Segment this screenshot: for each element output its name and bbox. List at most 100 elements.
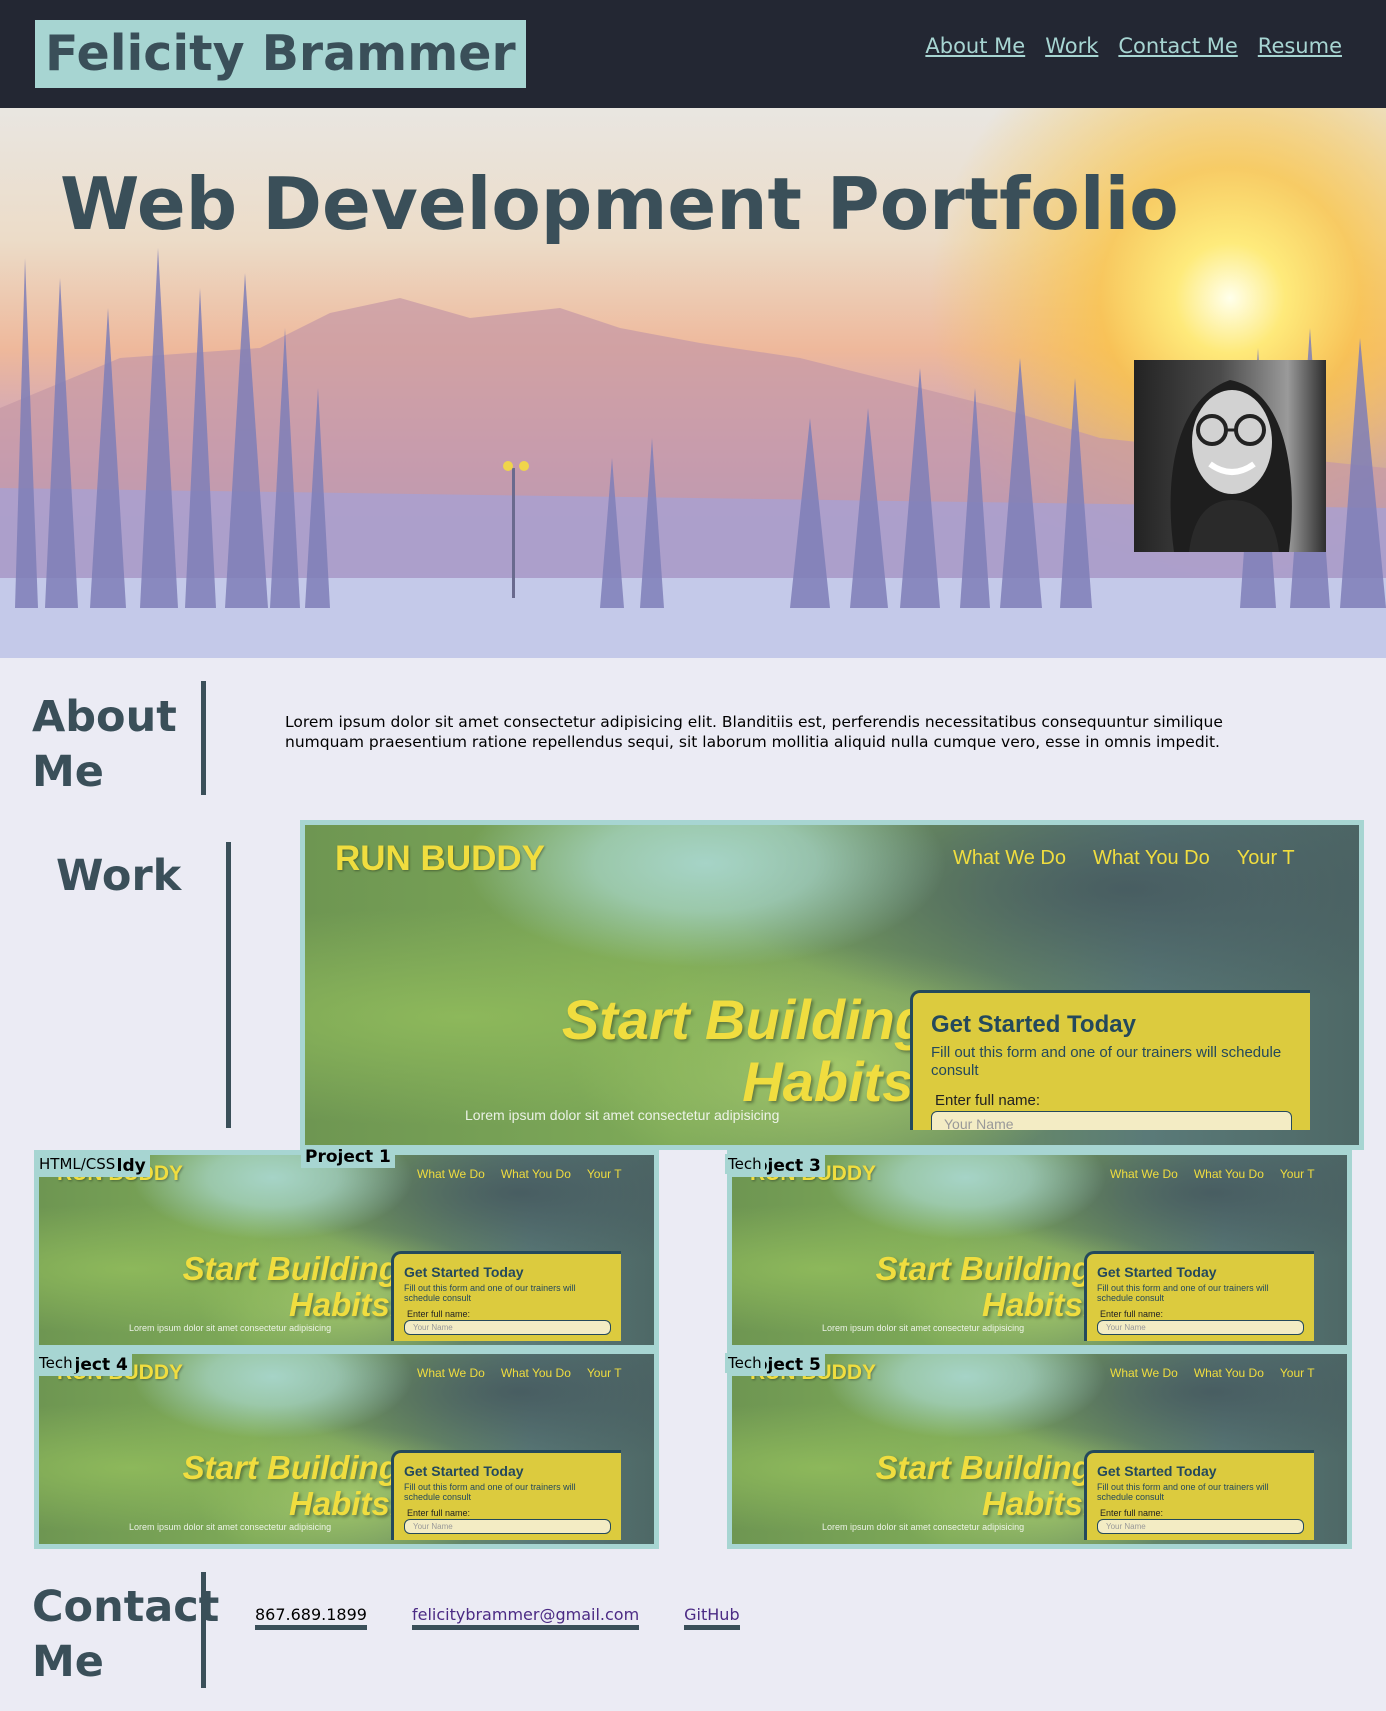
about-heading: About Me [32, 692, 177, 797]
tech-badge: HTML/CSS [36, 1154, 119, 1174]
form-description: Fill out this form and one of our traine… [1097, 1283, 1269, 1303]
runbuddy-lorem: Lorem ipsum dolor sit amet consectetur a… [822, 1522, 1025, 1532]
main-nav: About Me Work Contact Me Resume [925, 34, 1342, 58]
runbuddy-headline: Start Building Habits. [182, 1250, 399, 1324]
form-description: Fill out this form and one of our traine… [404, 1482, 576, 1502]
runbuddy-nav-item: What You Do [1193, 1167, 1264, 1181]
site-header: Felicity Brammer About Me Work Contact M… [0, 0, 1386, 108]
runbuddy-form-panel: Get Started Today Fill out this form and… [1084, 1450, 1314, 1540]
runbuddy-headline: Start Building Habits. [562, 989, 929, 1112]
runbuddy-form-panel: Get Started Today Fill out this form and… [391, 1450, 621, 1540]
runbuddy-nav: What We Do What You Do Your T [1110, 1366, 1315, 1380]
runbuddy-nav-item: What We Do [417, 1366, 485, 1380]
profile-photo-image [1170, 380, 1292, 552]
form-input: Your Name [404, 1519, 611, 1534]
runbuddy-lorem: Lorem ipsum dolor sit amet consectetur a… [465, 1107, 780, 1123]
nav-link-contact-me[interactable]: Contact Me [1118, 34, 1237, 58]
headline-line: Start Building [182, 1449, 399, 1486]
contact-links: 867.689.1899 felicitybrammer@gmail.com G… [255, 1605, 740, 1630]
headline-line: Habits. [742, 1049, 929, 1113]
form-label: Enter full name: [1100, 1508, 1164, 1518]
runbuddy-logo: RUN BUDDY [335, 839, 545, 878]
runbuddy-nav-item: Your T [1279, 1167, 1315, 1181]
project-card-featured[interactable]: RUN BUDDY What We Do What You Do Your T … [300, 820, 1364, 1150]
form-input: Your Name [404, 1320, 611, 1335]
runbuddy-lorem: Lorem ipsum dolor sit amet consectetur a… [129, 1323, 332, 1333]
project-title: Project 1 [301, 1146, 395, 1168]
work-divider [226, 842, 231, 1128]
project-screenshot: RUN BUDDY What We Do What You Do Your T … [732, 1354, 1347, 1544]
runbuddy-nav: What We Do What You Do Your T [417, 1366, 622, 1380]
runbuddy-nav-item: Your T [1279, 1366, 1315, 1380]
hero-title: Web Development Portfolio [60, 162, 1179, 246]
headline-line: Start Building [182, 1250, 399, 1287]
runbuddy-form-panel: Get Started Today Fill out this form and… [910, 990, 1310, 1130]
form-label: Enter full name: [407, 1508, 471, 1518]
tech-badge: Tech [725, 1154, 765, 1174]
form-title: Get Started Today [404, 1264, 524, 1280]
nav-link-work[interactable]: Work [1045, 34, 1098, 58]
form-description: Fill out this form and one of our traine… [404, 1283, 576, 1303]
form-title: Get Started Today [1097, 1463, 1217, 1479]
project-card[interactable]: RUN BUDDY What We Do What You Do Your T … [727, 1349, 1352, 1549]
contact-heading: Contact Me [32, 1582, 220, 1687]
runbuddy-headline: Start Building Habits. [875, 1250, 1092, 1324]
phone-link[interactable]: 867.689.1899 [255, 1605, 367, 1630]
form-title: Get Started Today [931, 1011, 1136, 1038]
about-text: Lorem ipsum dolor sit amet consectetur a… [285, 713, 1223, 751]
form-input: Your Name [1097, 1320, 1304, 1335]
runbuddy-lorem: Lorem ipsum dolor sit amet consectetur a… [822, 1323, 1025, 1333]
github-link[interactable]: GitHub [684, 1605, 740, 1630]
headline-line: Start Building [875, 1449, 1092, 1486]
form-label: Enter full name: [1100, 1309, 1164, 1319]
hero-banner: Web Development Portfolio [0, 108, 1386, 658]
headline-line: Habits. [288, 1485, 399, 1523]
runbuddy-nav-item: What You Do [1193, 1366, 1264, 1380]
headline-line: Start Building [875, 1250, 1092, 1287]
runbuddy-nav-item: What You Do [1093, 847, 1210, 869]
runbuddy-nav-item: What We Do [1110, 1167, 1178, 1181]
runbuddy-nav-item: Your T [1236, 847, 1295, 869]
nav-link-resume[interactable]: Resume [1258, 34, 1342, 58]
runbuddy-nav-item: What You Do [500, 1167, 571, 1181]
form-input: Your Name [931, 1111, 1292, 1130]
form-description: Fill out this form and one of our traine… [931, 1044, 1282, 1079]
runbuddy-nav-item: Your T [586, 1366, 622, 1380]
form-title: Get Started Today [1097, 1264, 1217, 1280]
runbuddy-nav-item: What We Do [417, 1167, 485, 1181]
runbuddy-form-panel: Get Started Today Fill out this form and… [1084, 1251, 1314, 1341]
form-description: Fill out this form and one of our traine… [1097, 1482, 1269, 1502]
form-label: Enter full name: [407, 1309, 471, 1319]
runbuddy-nav-item: Your T [586, 1167, 622, 1181]
project-screenshot: RUN BUDDY What We Do What You Do Your T … [305, 825, 1359, 1145]
runbuddy-nav-item: What We Do [953, 847, 1066, 869]
runbuddy-headline: Start Building Habits. [182, 1449, 399, 1523]
runbuddy-nav: What We Do What You Do Your T [953, 847, 1295, 870]
contact-divider [201, 1572, 206, 1688]
runbuddy-nav-item: What We Do [1110, 1366, 1178, 1380]
project-card[interactable]: RUN BUDDY What We Do What You Do Your T … [34, 1349, 659, 1549]
project-card[interactable]: RUN BUDDY What We Do What You Do Your T … [34, 1150, 659, 1350]
tech-badge: Tech [36, 1353, 76, 1373]
form-title: Get Started Today [404, 1463, 524, 1479]
profile-photo [1134, 360, 1326, 552]
email-link[interactable]: felicitybrammer@gmail.com [411, 1605, 640, 1630]
project-screenshot: RUN BUDDY What We Do What You Do Your T … [732, 1155, 1347, 1345]
site-title: Felicity Brammer [35, 20, 526, 88]
headline-line: Habits. [981, 1286, 1092, 1324]
work-heading: Work [56, 851, 182, 901]
headline-line: Habits. [981, 1485, 1092, 1523]
form-input: Your Name [1097, 1519, 1304, 1534]
runbuddy-lorem: Lorem ipsum dolor sit amet consectetur a… [129, 1522, 332, 1532]
project-screenshot: RUN BUDDY What We Do What You Do Your T … [39, 1155, 654, 1345]
project-card[interactable]: RUN BUDDY What We Do What You Do Your T … [727, 1150, 1352, 1350]
tech-badge: Tech [725, 1353, 765, 1373]
runbuddy-nav: What We Do What You Do Your T [1110, 1167, 1315, 1181]
runbuddy-nav-item: What You Do [500, 1366, 571, 1380]
form-label: Enter full name: [935, 1092, 1041, 1109]
project-screenshot: RUN BUDDY What We Do What You Do Your T … [39, 1354, 654, 1544]
about-divider [201, 681, 206, 795]
runbuddy-headline: Start Building Habits. [875, 1449, 1092, 1523]
nav-link-about-me[interactable]: About Me [925, 34, 1025, 58]
runbuddy-nav: What We Do What You Do Your T [417, 1167, 622, 1181]
